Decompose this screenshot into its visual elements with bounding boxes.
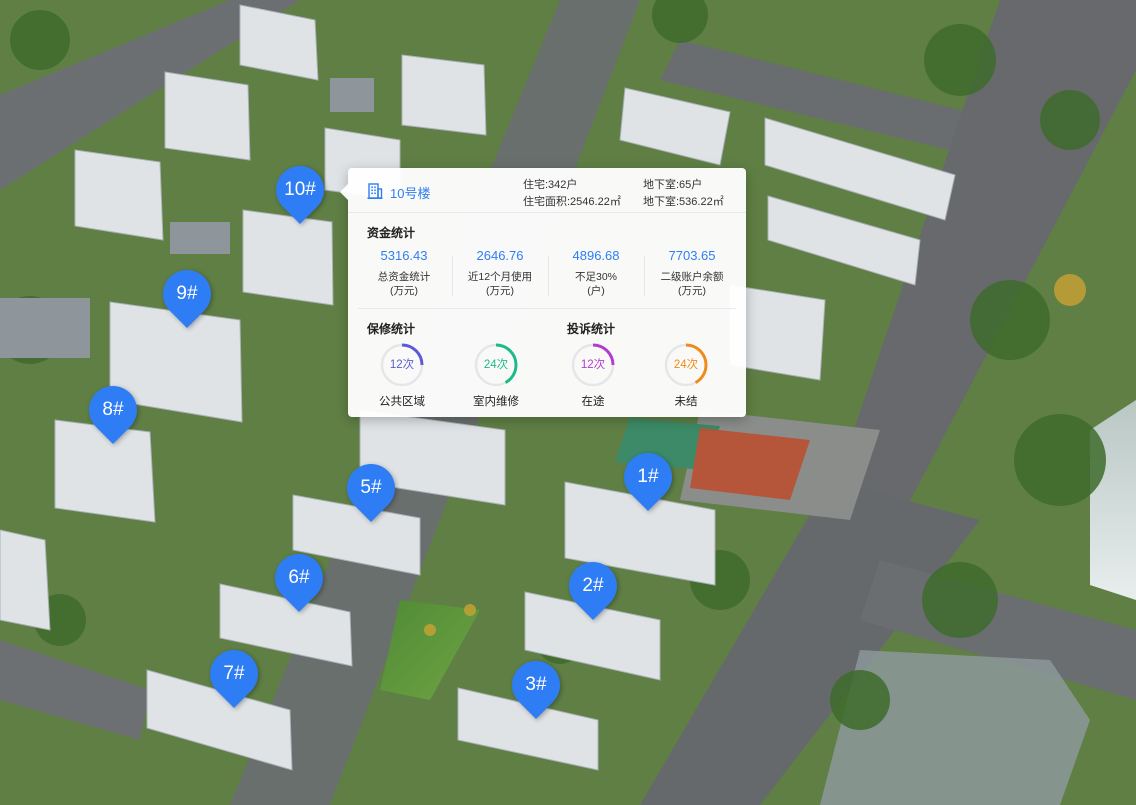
- marker-label: 7#: [223, 663, 245, 684]
- basement-area: 地下室:536.22㎡: [643, 196, 724, 208]
- building-marker-1[interactable]: 1#: [614, 443, 682, 511]
- fund-unit: (万元): [678, 285, 706, 297]
- marker-label: 3#: [525, 674, 547, 695]
- fund-total: 5316.43 总资金统计 (万元): [356, 248, 452, 298]
- repairs-section-title: 保修统计: [367, 322, 416, 336]
- marker-label: 10#: [284, 179, 316, 200]
- marker-label: 8#: [102, 399, 124, 420]
- residential-units: 住宅:342户: [523, 179, 578, 191]
- building-marker-3[interactable]: 3#: [502, 651, 570, 719]
- complaint-unresolved[interactable]: 24次 未结: [641, 342, 731, 409]
- fund-label: 总资金统计: [377, 271, 431, 283]
- ring-count: 12次: [389, 359, 415, 371]
- ring-count: 12次: [580, 359, 606, 371]
- marker-label: 5#: [360, 477, 382, 498]
- building-marker-10[interactable]: 10#: [266, 156, 334, 224]
- marker-label: 2#: [582, 575, 604, 596]
- ring-count: 24次: [483, 359, 509, 371]
- fund-unit: (万元): [486, 285, 514, 297]
- ring-label: 未结: [674, 396, 698, 408]
- building-marker-9[interactable]: 9#: [153, 260, 221, 328]
- complaint-in-progress[interactable]: 12次 在途: [548, 342, 638, 409]
- section-divider: [358, 308, 736, 309]
- ring-count: 24次: [673, 359, 699, 371]
- repair-indoor[interactable]: 24次 室内维修: [451, 342, 541, 409]
- fund-insufficient: 4896.68 不足30% (户): [548, 248, 644, 298]
- ring-label: 公共区域: [379, 396, 425, 408]
- basement-units: 地下室:65户: [643, 179, 703, 191]
- funds-section-title: 资金统计: [367, 226, 416, 240]
- building-info-panel: 10号楼 住宅:342户 地下室:65户 住宅面积:2546.22㎡ 地下室:5…: [340, 168, 746, 417]
- residential-area: 住宅面积:2546.22㎡: [523, 196, 621, 208]
- repair-public-area[interactable]: 12次 公共区域: [357, 342, 447, 409]
- building-marker-6[interactable]: 6#: [265, 544, 333, 612]
- fund-label: 近12个月使用: [467, 271, 533, 283]
- building-marker-8[interactable]: 8#: [79, 376, 147, 444]
- fund-label: 二级账户余额: [660, 271, 724, 283]
- building-marker-5[interactable]: 5#: [337, 454, 405, 522]
- building-title: 10号楼: [390, 186, 431, 201]
- marker-label: 1#: [637, 466, 659, 487]
- building-marker-2[interactable]: 2#: [559, 552, 627, 620]
- fund-value: 7703.65: [668, 248, 716, 263]
- fund-secondary-balance: 7703.65 二级账户余额 (万元): [644, 248, 740, 298]
- ring-label: 室内维修: [473, 396, 519, 408]
- fund-label: 不足30%: [574, 271, 617, 283]
- building-marker-7[interactable]: 7#: [200, 640, 268, 708]
- panel-header: 10号楼 住宅:342户 地下室:65户 住宅面积:2546.22㎡ 地下室:5…: [348, 168, 746, 213]
- complaints-section-title: 投诉统计: [567, 322, 616, 336]
- marker-label: 6#: [288, 567, 310, 588]
- fund-value: 5316.43: [380, 248, 428, 263]
- fund-value: 4896.68: [572, 248, 620, 263]
- fund-recent-usage: 2646.76 近12个月使用 (万元): [452, 248, 548, 298]
- building-icon: [367, 183, 383, 199]
- marker-label: 9#: [176, 283, 198, 304]
- ring-label: 在途: [581, 396, 605, 408]
- fund-unit: (户): [587, 285, 605, 297]
- fund-unit: (万元): [390, 285, 418, 297]
- fund-value: 2646.76: [476, 248, 524, 263]
